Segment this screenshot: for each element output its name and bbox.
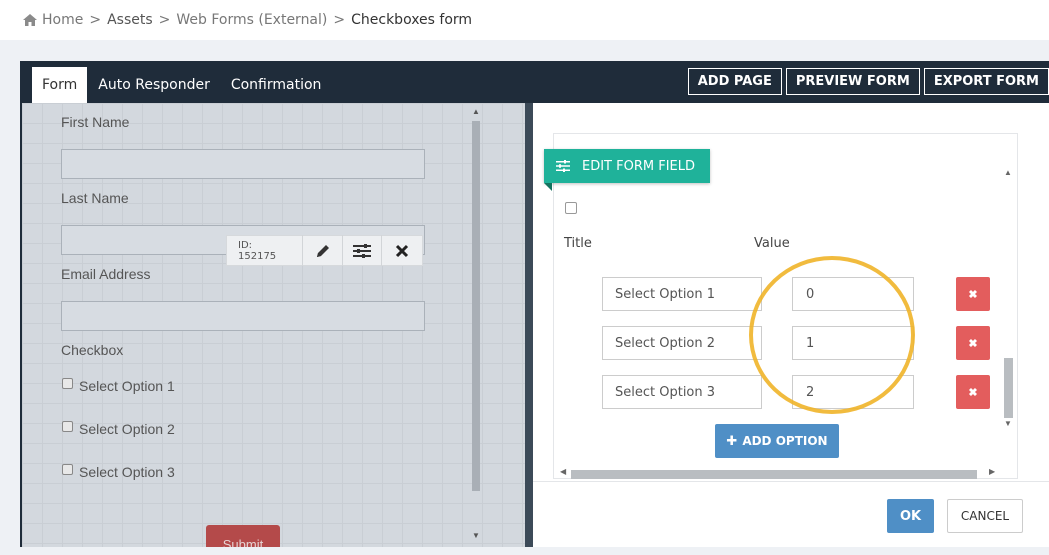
scroll-thumb[interactable] [571,470,977,479]
panel-divider[interactable] [525,103,533,547]
highlight-circle [749,256,915,414]
field-checkbox[interactable] [565,202,577,214]
option-title-input[interactable]: Select Option 2 [602,326,762,360]
form-editor: Form Auto Responder Confirmation ADD PAG… [20,61,1049,547]
edit-field-button[interactable] [303,235,343,266]
export-form-button[interactable]: EXPORT FORM [923,68,1049,95]
home-icon [23,14,37,26]
tab-confirmation[interactable]: Confirmation [221,67,332,103]
top-actions: ADD PAGE PREVIEW FORM EXPORT FORM [684,68,1049,95]
option-title-input[interactable]: Select Option 3 [602,375,762,409]
delete-option-button[interactable]: ✖ [956,326,990,360]
preview-form-button[interactable]: PREVIEW FORM [785,68,920,95]
ribbon-fold [544,183,552,191]
breadcrumb-separator: > [158,12,171,28]
delete-option-button[interactable]: ✖ [956,375,990,409]
close-icon: ✖ [968,386,978,399]
email-label: Email Address [61,266,151,282]
plus-icon: ✚ [726,433,738,449]
breadcrumb-assets[interactable]: Assets [107,12,153,28]
options-vertical-scrollbar[interactable]: ▲ ▼ [1001,168,1015,431]
close-icon: ✖ [968,337,978,350]
first-name-label: First Name [61,114,130,130]
checkbox-input[interactable] [62,377,73,389]
ok-button[interactable]: OK [887,499,934,533]
checkbox-option[interactable]: Select Option 2 [62,420,175,437]
preview-scrollbar[interactable]: ▲ ▼ [470,107,482,543]
scroll-thumb[interactable] [472,121,480,491]
breadcrumb-home[interactable]: Home [42,12,83,28]
editor-tabs: Form Auto Responder Confirmation [32,67,332,103]
add-page-button[interactable]: ADD PAGE [687,68,782,95]
field-id-label: ID: 152175 [227,235,304,266]
first-name-field[interactable] [61,149,425,179]
breadcrumb-web-forms[interactable]: Web Forms (External) [176,12,327,28]
breadcrumb-current: Checkboxes form [351,12,473,28]
checkbox-option[interactable]: Select Option 3 [62,463,175,480]
checkbox-option[interactable]: Select Option 1 [62,377,175,394]
email-field[interactable] [61,301,425,331]
sliders-icon [353,243,372,258]
title-column-header: Title [564,236,592,251]
submit-button[interactable]: Submit [206,525,280,547]
edit-form-field-title: EDIT FORM FIELD [582,158,696,174]
checkbox-option-label: Select Option 1 [79,378,175,394]
cancel-button[interactable]: CANCEL [947,499,1023,533]
checkbox-option-label: Select Option 2 [79,421,175,437]
option-title-input[interactable]: Select Option 1 [602,277,762,311]
edit-form-field-header: EDIT FORM FIELD [544,149,710,191]
checkbox-option-label: Select Option 3 [79,464,175,480]
tab-auto-responder[interactable]: Auto Responder [88,67,220,103]
options-horizontal-scrollbar[interactable]: ◀ ▶ [560,467,1000,481]
delete-option-button[interactable]: ✖ [956,277,990,311]
tab-form[interactable]: Form [32,67,88,103]
field-toolbar: ID: 152175 [226,235,423,266]
scroll-thumb[interactable] [1004,358,1013,418]
checkbox-label: Checkbox [61,342,124,358]
modal-footer: OK CANCEL [533,481,1049,547]
sliders-icon [556,160,570,172]
scroll-down-icon[interactable]: ▼ [1001,419,1015,428]
edit-field-modal: EDIT FORM FIELD Title Value Select Optio… [533,103,1049,547]
add-option-label: ADD OPTION [742,434,828,448]
close-icon: ✖ [968,288,978,301]
form-preview: First Name Last Name Email Address Check… [22,103,525,547]
value-column-header: Value [754,236,790,251]
scroll-up-icon[interactable]: ▲ [1001,168,1015,177]
close-icon [396,244,409,257]
scroll-up-icon[interactable]: ▲ [470,107,482,116]
scroll-down-icon[interactable]: ▼ [470,531,482,540]
checkbox-input[interactable] [62,420,73,432]
last-name-label: Last Name [61,190,129,206]
field-settings-button[interactable] [343,235,383,266]
checkbox-input[interactable] [62,463,73,475]
breadcrumb: Home > Assets > Web Forms (External) > C… [0,0,1049,40]
scroll-left-icon[interactable]: ◀ [560,467,566,476]
breadcrumb-separator: > [89,12,102,28]
add-option-button[interactable]: ✚ ADD OPTION [715,424,839,458]
pencil-icon [316,244,329,257]
scroll-right-icon[interactable]: ▶ [989,467,995,476]
breadcrumb-separator: > [333,12,346,28]
remove-field-button[interactable] [382,235,422,266]
